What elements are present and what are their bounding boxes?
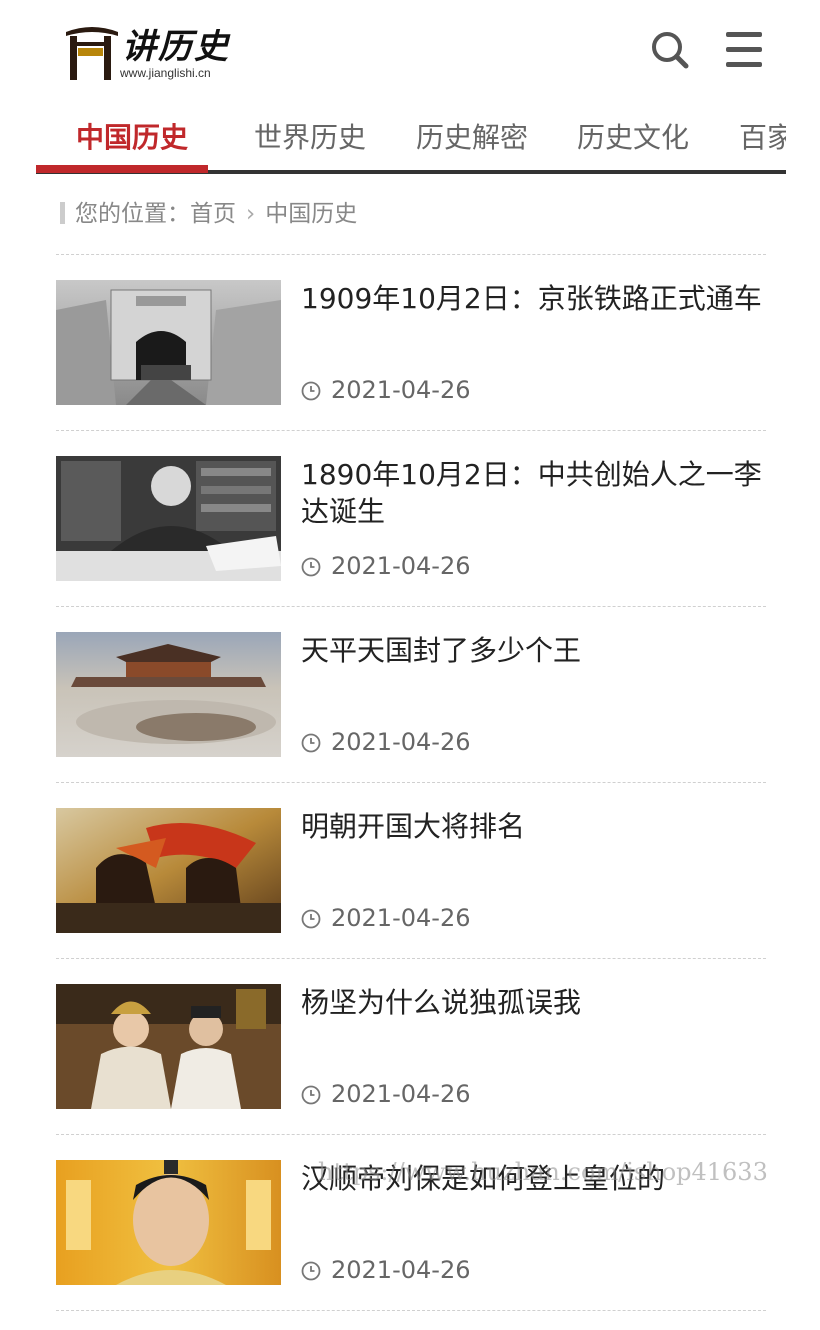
menu-button[interactable] [722, 28, 766, 72]
nav-tab-history-culture[interactable]: 历史文化 [577, 118, 689, 170]
article-item[interactable]: 1909年10月2日：京张铁路正式通车 2021-04-26 [56, 280, 766, 406]
gate-logo-icon [66, 27, 118, 80]
article-title[interactable]: 1909年10月2日：京张铁路正式通车 [301, 280, 771, 317]
article-thumbnail[interactable] [56, 456, 281, 581]
site-logo[interactable]: 讲历史 www.jianglishi.cn [64, 22, 234, 84]
army-battle-painting [56, 808, 281, 933]
search-button[interactable] [648, 28, 692, 72]
article-date: 2021-04-26 [301, 726, 470, 758]
breadcrumb-home-link[interactable]: 首页 [190, 201, 236, 227]
article-date: 2021-04-26 [301, 550, 470, 582]
drama-actor-still [56, 1160, 281, 1285]
article-date: 2021-04-26 [301, 902, 470, 934]
article-thumbnail[interactable] [56, 280, 281, 405]
divider [56, 782, 766, 783]
divider [56, 1134, 766, 1135]
article-date: 2021-04-26 [301, 1078, 470, 1110]
nav-tab-baijia[interactable]: 百家 [739, 118, 786, 170]
clock-icon [301, 733, 321, 753]
palace-painting [56, 632, 281, 757]
article-item[interactable]: 天平天国封了多少个王 2021-04-26 [56, 632, 766, 758]
article-item[interactable]: 杨坚为什么说独孤误我 2021-04-26 [56, 984, 766, 1110]
divider [56, 430, 766, 431]
chevron-right-icon: › [246, 201, 256, 227]
article-date-text: 2021-04-26 [331, 728, 471, 756]
logo-url: www.jianglishi.cn [120, 66, 211, 80]
drama-couple-still [56, 984, 281, 1109]
article-item[interactable]: 明朝开国大将排名 2021-04-26 [56, 808, 766, 934]
search-icon [652, 32, 689, 69]
railway-tunnel-photo [56, 280, 281, 405]
breadcrumb-current-link[interactable]: 中国历史 [265, 201, 357, 227]
divider [56, 606, 766, 607]
breadcrumb-bar [60, 202, 65, 224]
clock-icon [301, 1085, 321, 1105]
article-date-text: 2021-04-26 [331, 1080, 471, 1108]
clock-icon [301, 381, 321, 401]
active-tab-indicator [36, 165, 208, 173]
clock-icon [301, 909, 321, 929]
article-thumbnail[interactable] [56, 1160, 281, 1285]
divider [56, 254, 766, 255]
article-thumbnail[interactable] [56, 984, 281, 1109]
logo-text: 讲历史 [122, 27, 230, 67]
article-title[interactable]: 天平天国封了多少个王 [301, 632, 771, 669]
nav-tab-world-history[interactable]: 世界历史 [254, 118, 366, 170]
article-date-text: 2021-04-26 [331, 904, 471, 932]
article-title[interactable]: 杨坚为什么说独孤误我 [301, 984, 771, 1021]
article-thumbnail[interactable] [56, 808, 281, 933]
article-thumbnail[interactable] [56, 632, 281, 757]
watermark: https://www.huzhan.com/ishop41633 [318, 1158, 768, 1186]
article-title[interactable]: 明朝开国大将排名 [301, 808, 771, 845]
hamburger-menu-icon [726, 32, 762, 67]
clock-icon [301, 1261, 321, 1281]
man-writing-photo [56, 456, 281, 581]
nav-tab-china-history[interactable]: 中国历史 [76, 118, 188, 170]
breadcrumb-prefix: 您的位置： [75, 201, 190, 227]
article-date-text: 2021-04-26 [331, 376, 471, 404]
article-date-text: 2021-04-26 [331, 552, 471, 580]
clock-icon [301, 557, 321, 577]
nav-tab-history-mystery[interactable]: 历史解密 [416, 118, 528, 170]
article-date: 2021-04-26 [301, 374, 470, 406]
article-title[interactable]: 1890年10月2日：中共创始人之一李达诞生 [301, 456, 771, 530]
divider [56, 958, 766, 959]
breadcrumb: 您的位置：首页 › 中国历史 [60, 196, 357, 232]
article-date: 2021-04-26 [301, 1254, 470, 1286]
header: 讲历史 www.jianglishi.cn [0, 0, 820, 100]
article-item[interactable]: 1890年10月2日：中共创始人之一李达诞生 2021-04-26 [56, 456, 766, 582]
divider [56, 1310, 766, 1311]
article-date-text: 2021-04-26 [331, 1256, 471, 1284]
